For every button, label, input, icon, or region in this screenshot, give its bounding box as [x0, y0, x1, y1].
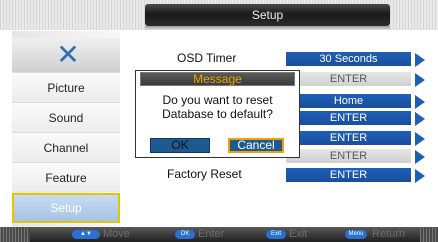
tools-tile: ✕ [12, 38, 120, 72]
row-arrow-icon[interactable] [415, 169, 425, 183]
row-value-2[interactable]: Home [286, 94, 411, 108]
sidebar-item-setup[interactable]: Setup [12, 193, 120, 223]
bottom-bar-hatch [0, 227, 30, 242]
cancel-button[interactable]: Cancel [228, 138, 284, 153]
sidebar-item-label: Picture [47, 81, 85, 95]
row-value-1[interactable]: ENTER [286, 72, 411, 86]
menu-title: Setup [145, 4, 390, 26]
exit-hint: Exit [289, 228, 308, 240]
row-arrow-icon[interactable] [415, 150, 425, 164]
tools-icon: ✕ [56, 39, 80, 70]
row-value-5[interactable]: ENTER [286, 149, 411, 163]
row-value-factory-reset[interactable]: ENTER [286, 168, 411, 182]
dialog-title: Message [140, 72, 295, 86]
row-value-4[interactable]: ENTER [286, 131, 411, 145]
row-label-osd-timer: OSD Timer [177, 51, 237, 65]
row-arrow-icon[interactable] [415, 112, 425, 126]
row-value-3[interactable]: ENTER [286, 111, 411, 125]
move-hint: Move [103, 228, 130, 240]
row-label-factory-reset: Factory Reset [167, 167, 242, 181]
bottom-bar-hatch [420, 227, 438, 242]
menu-key-icon: Menu [345, 230, 367, 239]
sidebar-item-sound[interactable]: Sound [12, 102, 120, 132]
sidebar-item-label: Feature [45, 171, 87, 185]
dialog-message-line2: Database to default? [162, 107, 273, 121]
sidebar-item-picture[interactable]: Picture [12, 72, 120, 102]
sidebar-item-label: Setup [50, 201, 82, 215]
sidebar-item-feature[interactable]: Feature [12, 162, 120, 192]
ok-key-icon: OK [175, 230, 195, 239]
row-arrow-icon[interactable] [415, 73, 425, 87]
sidebar-item-label: Sound [48, 111, 84, 125]
row-arrow-icon[interactable] [415, 53, 425, 67]
move-key-icon: ▲▼ [72, 230, 100, 239]
ok-button[interactable]: OK [150, 138, 210, 153]
exit-key-icon: Exit [266, 230, 286, 239]
row-value-osd-timer[interactable]: 30 Seconds [286, 52, 411, 66]
dialog-message-line1: Do you want to reset [162, 93, 273, 107]
sidebar-item-label: Channel [43, 141, 89, 155]
sidebar-item-channel[interactable]: Channel [12, 132, 120, 162]
return-hint: Return [372, 228, 406, 240]
tv-setup-menu-screen: Setup ✕ Picture Sound Channel Feature Se… [0, 0, 438, 242]
dialog-message: Do you want to reset Database to default… [140, 93, 295, 121]
title-shadow [145, 26, 390, 30]
row-arrow-icon[interactable] [415, 132, 425, 146]
enter-hint: Enter [198, 228, 225, 240]
row-arrow-icon[interactable] [415, 95, 425, 109]
